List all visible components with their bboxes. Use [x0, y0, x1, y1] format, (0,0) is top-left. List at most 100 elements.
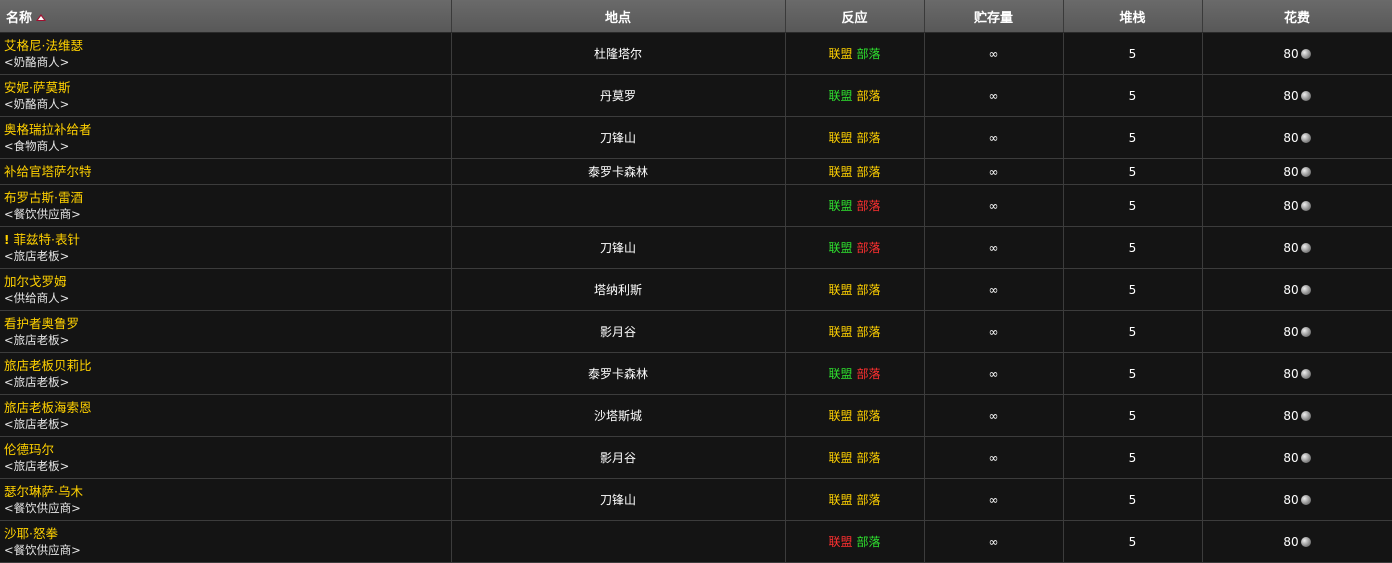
- header-name[interactable]: 名称: [0, 0, 452, 33]
- cost-value: 80: [1283, 198, 1299, 213]
- header-stack[interactable]: 堆栈: [1063, 0, 1203, 33]
- npc-title: <餐饮供应商>: [4, 206, 81, 221]
- horde-reaction: 部落: [856, 451, 881, 465]
- location-cell[interactable]: 沙塔斯城: [451, 394, 786, 437]
- npc-name-link[interactable]: 旅店老板贝莉比: [4, 358, 92, 373]
- location-cell[interactable]: 泰罗卡森林: [451, 158, 786, 185]
- stack-cell: 5: [1063, 394, 1203, 437]
- horde-reaction: 部落: [856, 409, 881, 423]
- stock-cell: ∞: [924, 352, 1064, 395]
- npc-name-link[interactable]: 沙耶·怒拳: [4, 526, 58, 541]
- name-cell: 伦德玛尔 <旅店老板>: [0, 436, 452, 479]
- npc-title: <旅店老板>: [4, 458, 70, 473]
- header-reaction[interactable]: 反应: [785, 0, 925, 33]
- name-cell: 沙耶·怒拳 <餐饮供应商>: [0, 520, 452, 563]
- npc-name-link[interactable]: 伦德玛尔: [4, 442, 54, 457]
- location-cell[interactable]: 泰罗卡森林: [451, 352, 786, 395]
- name-cell: ! 菲兹特·表针 <旅店老板>: [0, 226, 452, 269]
- location-cell[interactable]: 影月谷: [451, 436, 786, 479]
- name-cell: 安妮·萨莫斯 <奶酪商人>: [0, 74, 452, 117]
- header-row: 名称 地点 反应 贮存量 堆栈 花费: [0, 0, 1392, 33]
- reaction-cell: 联盟 部落: [785, 478, 925, 521]
- location-cell[interactable]: 刀锋山: [451, 116, 786, 159]
- horde-reaction: 部落: [856, 367, 881, 381]
- cost-value: 80: [1283, 164, 1299, 179]
- vendor-table: 名称 地点 反应 贮存量 堆栈 花费 艾格尼·法维瑟 <奶酪商人> 杜隆塔尔 联盟 部落…: [0, 0, 1392, 563]
- silver-coin-icon: [1300, 326, 1311, 337]
- silver-coin-icon: [1300, 368, 1311, 379]
- name-cell: 瑟尔琳萨·乌木 <餐饮供应商>: [0, 478, 452, 521]
- table-row: ! 菲兹特·表针 <旅店老板> 刀锋山 联盟 部落 ∞ 5 80: [0, 226, 1392, 269]
- location-cell[interactable]: 塔纳利斯: [451, 268, 786, 311]
- npc-name-link[interactable]: 艾格尼·法维瑟: [4, 38, 83, 53]
- stock-cell: ∞: [924, 268, 1064, 311]
- horde-reaction: 部落: [856, 493, 881, 507]
- cost-value: 80: [1283, 240, 1299, 255]
- npc-name-link[interactable]: 补给官塔萨尔特: [4, 164, 92, 179]
- reaction-cell: 联盟 部落: [785, 158, 925, 185]
- location-cell[interactable]: [451, 184, 786, 227]
- cost-cell: 80: [1202, 32, 1392, 75]
- name-cell: 奥格瑞拉补给者 <食物商人>: [0, 116, 452, 159]
- npc-title: <旅店老板>: [4, 248, 70, 263]
- cost-cell: 80: [1202, 436, 1392, 479]
- reaction-cell: 联盟 部落: [785, 520, 925, 563]
- alliance-reaction: 联盟: [828, 367, 853, 381]
- silver-coin-icon: [1300, 536, 1311, 547]
- stock-cell: ∞: [924, 32, 1064, 75]
- silver-coin-icon: [1300, 132, 1311, 143]
- npc-name-link[interactable]: 菲兹特·表针: [13, 232, 79, 247]
- horde-reaction: 部落: [856, 283, 881, 297]
- npc-title: <餐饮供应商>: [4, 500, 81, 515]
- cost-cell: 80: [1202, 352, 1392, 395]
- npc-title: <旅店老板>: [4, 374, 70, 389]
- npc-name-link[interactable]: 奥格瑞拉补给者: [4, 122, 92, 137]
- cost-cell: 80: [1202, 184, 1392, 227]
- reaction-cell: 联盟 部落: [785, 32, 925, 75]
- npc-name-link[interactable]: 布罗古斯·雷酒: [4, 190, 83, 205]
- cost-value: 80: [1283, 366, 1299, 381]
- silver-coin-icon: [1300, 494, 1311, 505]
- npc-title: <供给商人>: [4, 290, 70, 305]
- npc-name-link[interactable]: 旅店老板海索恩: [4, 400, 92, 415]
- npc-name-link[interactable]: 安妮·萨莫斯: [4, 80, 70, 95]
- stack-cell: 5: [1063, 116, 1203, 159]
- alliance-reaction: 联盟: [828, 493, 853, 507]
- name-cell: 旅店老板贝莉比 <旅店老板>: [0, 352, 452, 395]
- cost-value: 80: [1283, 534, 1299, 549]
- alliance-reaction: 联盟: [828, 535, 853, 549]
- horde-reaction: 部落: [856, 131, 881, 145]
- location-cell[interactable]: 影月谷: [451, 310, 786, 353]
- npc-name-link[interactable]: 瑟尔琳萨·乌木: [4, 484, 83, 499]
- alliance-reaction: 联盟: [828, 283, 853, 297]
- alliance-reaction: 联盟: [828, 47, 853, 61]
- horde-reaction: 部落: [856, 89, 881, 103]
- table-row: 布罗古斯·雷酒 <餐饮供应商> 联盟 部落 ∞ 5 80: [0, 184, 1392, 227]
- cost-cell: 80: [1202, 520, 1392, 563]
- alliance-reaction: 联盟: [828, 131, 853, 145]
- cost-cell: 80: [1202, 74, 1392, 117]
- reaction-cell: 联盟 部落: [785, 436, 925, 479]
- reaction-cell: 联盟 部落: [785, 310, 925, 353]
- cost-cell: 80: [1202, 310, 1392, 353]
- npc-name-link[interactable]: 加尔戈罗姆: [4, 274, 67, 289]
- location-cell[interactable]: 丹莫罗: [451, 74, 786, 117]
- npc-title: <食物商人>: [4, 138, 70, 153]
- location-cell[interactable]: 杜隆塔尔: [451, 32, 786, 75]
- header-cost[interactable]: 花费: [1202, 0, 1392, 33]
- stack-cell: 5: [1063, 310, 1203, 353]
- reaction-cell: 联盟 部落: [785, 184, 925, 227]
- header-location[interactable]: 地点: [451, 0, 786, 33]
- location-cell[interactable]: 刀锋山: [451, 226, 786, 269]
- stack-cell: 5: [1063, 268, 1203, 311]
- npc-name-link[interactable]: 看护者奥鲁罗: [4, 316, 79, 331]
- sort-ascending-icon[interactable]: [36, 13, 47, 21]
- stack-cell: 5: [1063, 478, 1203, 521]
- silver-coin-icon: [1300, 200, 1311, 211]
- stack-cell: 5: [1063, 32, 1203, 75]
- header-stock[interactable]: 贮存量: [924, 0, 1064, 33]
- location-cell[interactable]: 刀锋山: [451, 478, 786, 521]
- location-cell[interactable]: [451, 520, 786, 563]
- cost-value: 80: [1283, 130, 1299, 145]
- silver-coin-icon: [1300, 48, 1311, 59]
